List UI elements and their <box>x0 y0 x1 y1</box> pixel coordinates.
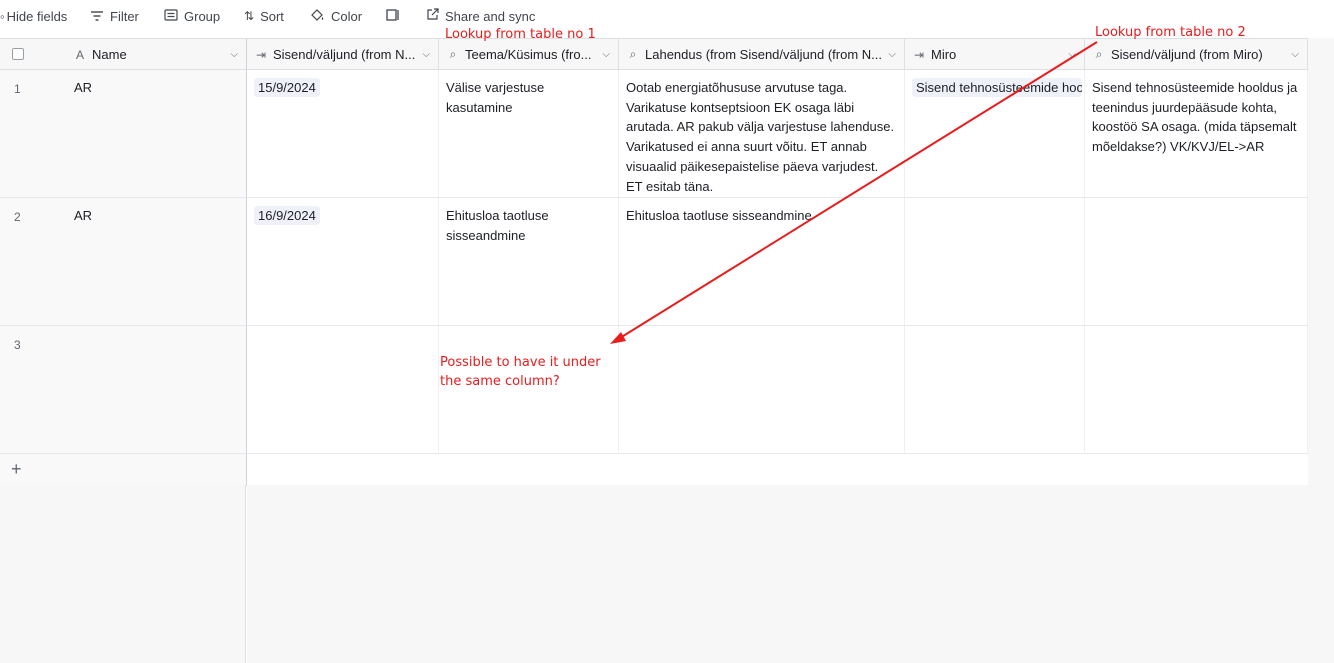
cell-lahendus[interactable]: Ootab energiatõhususe arvutuse taga. Var… <box>619 70 905 197</box>
paint-bucket-icon <box>310 8 325 25</box>
cell-miro[interactable] <box>905 198 1085 325</box>
column-header-label: Lahendus (from Sisend/väljund (from N... <box>645 47 882 62</box>
sort-icon: ⇅ <box>244 9 255 23</box>
column-header-label: Name <box>92 47 127 62</box>
linked-record-pill[interactable]: 15/9/2024 <box>254 78 320 97</box>
cell-sisend-miro[interactable] <box>1085 198 1308 325</box>
column-header-label: Sisend/väljund (from N... <box>273 47 416 62</box>
column-header-sisend-miro[interactable]: ⌕ Sisend/väljund (from Miro) ⌵ <box>1085 39 1308 70</box>
color-label: Color <box>331 8 363 24</box>
row-height-icon <box>386 8 400 24</box>
hide-fields-label: Hide fields <box>6 8 68 24</box>
share-sync-label: Share and sync <box>445 8 536 24</box>
cell-name[interactable]: AR <box>66 198 247 325</box>
cell-sisend[interactable]: 15/9/2024 <box>247 70 439 197</box>
table-row[interactable]: 3 <box>0 326 1308 454</box>
row-height-button[interactable] <box>386 0 406 32</box>
annotation-lookup-2: Lookup from table no 2 <box>1095 25 1246 40</box>
cell-sisend-miro[interactable]: Sisend tehnosüsteemide hooldus ja teenin… <box>1085 70 1308 197</box>
row-number: 2 <box>14 210 21 224</box>
column-header-label: Teema/Küsimus (fro... <box>465 47 592 62</box>
annotation-question: Possible to have it under the same colum… <box>440 355 601 389</box>
column-header-name[interactable]: A Name ⌵ <box>66 39 247 70</box>
grid-right-gutter <box>1308 38 1334 485</box>
column-header-label: Miro <box>931 47 957 62</box>
table-row[interactable]: 2 AR 16/9/2024 Ehitusloa taotluse sissea… <box>0 198 1308 326</box>
grid-empty-area <box>247 485 1334 663</box>
lookup-icon: ⌕ <box>629 47 637 61</box>
chevron-down-icon[interactable]: ⌵ <box>422 49 430 60</box>
cell-lahendus[interactable] <box>619 326 905 453</box>
linked-record-icon: ⇥ <box>913 47 925 62</box>
cell-teema[interactable]: Välise varjestuse kasutamine <box>439 70 619 197</box>
chevron-down-icon[interactable]: ⌵ <box>602 49 610 60</box>
text-type-icon: A <box>75 47 84 62</box>
eye-slash-icon: ◦ <box>0 8 5 24</box>
cell-sisend[interactable]: 16/9/2024 <box>247 198 439 325</box>
filter-icon <box>90 9 104 24</box>
column-header-lahendus[interactable]: ⌕ Lahendus (from Sisend/väljund (from N.… <box>619 39 905 70</box>
linked-record-pill[interactable]: Sisend tehnosüsteemide hooldus ja <box>912 78 1082 97</box>
cell-lahendus[interactable]: Ehitusloa taotluse sisseandmine <box>619 198 905 325</box>
annotation-lookup-1: Lookup from table no 1 <box>445 27 596 42</box>
select-all-checkbox[interactable] <box>12 48 24 60</box>
data-grid: A Name ⌵ ⇥ Sisend/väljund (from N... ⌵ ⌕… <box>0 38 1308 486</box>
lookup-icon: ⌕ <box>449 47 457 61</box>
linked-record-pill[interactable]: 16/9/2024 <box>254 206 320 225</box>
row-number: 1 <box>14 82 21 96</box>
select-all-cell[interactable] <box>0 39 66 70</box>
group-button[interactable]: Group <box>164 0 220 32</box>
linked-record-icon: ⇥ <box>255 47 267 62</box>
group-icon <box>164 8 178 24</box>
chevron-down-icon[interactable]: ⌵ <box>888 49 896 60</box>
cell-sisend[interactable] <box>247 326 439 453</box>
column-header-miro[interactable]: ⇥ Miro ⌵ <box>905 39 1085 70</box>
table-row[interactable]: 1 AR 15/9/2024 Välise varjestuse kasutam… <box>0 70 1308 198</box>
chevron-down-icon[interactable]: ⌵ <box>1291 49 1299 60</box>
cell-miro[interactable] <box>905 326 1085 453</box>
color-button[interactable]: Color <box>310 0 362 32</box>
filter-button[interactable]: Filter <box>90 0 139 32</box>
share-external-icon <box>426 8 439 24</box>
lookup-icon: ⌕ <box>1095 47 1103 61</box>
cell-sisend-miro[interactable] <box>1085 326 1308 453</box>
hide-fields-button[interactable]: ◦ Hide fields <box>0 0 67 32</box>
group-label: Group <box>184 8 221 24</box>
filter-label: Filter <box>110 8 139 24</box>
plus-icon[interactable]: + <box>11 459 22 479</box>
grid-header: A Name ⌵ ⇥ Sisend/väljund (from N... ⌵ ⌕… <box>0 38 1308 70</box>
sort-button[interactable]: ⇅ Sort <box>244 0 284 32</box>
column-header-label: Sisend/väljund (from Miro) <box>1111 47 1263 62</box>
grid-empty-left <box>0 485 246 663</box>
row-number: 3 <box>14 338 21 352</box>
chevron-down-icon[interactable]: ⌵ <box>230 49 238 60</box>
cell-teema[interactable]: Ehitusloa taotluse sisseandmine <box>439 198 619 325</box>
column-header-sisend[interactable]: ⇥ Sisend/väljund (from N... ⌵ <box>247 39 439 70</box>
cell-name[interactable]: AR <box>66 70 247 197</box>
add-record-row[interactable]: + <box>0 454 1308 486</box>
sort-label: Sort <box>260 8 284 24</box>
column-header-teema[interactable]: ⌕ Teema/Küsimus (fro... ⌵ <box>439 39 619 70</box>
cell-miro[interactable]: Sisend tehnosüsteemide hooldus ja <box>905 70 1085 197</box>
cell-name[interactable] <box>66 326 247 453</box>
chevron-down-icon[interactable]: ⌵ <box>1068 49 1076 60</box>
